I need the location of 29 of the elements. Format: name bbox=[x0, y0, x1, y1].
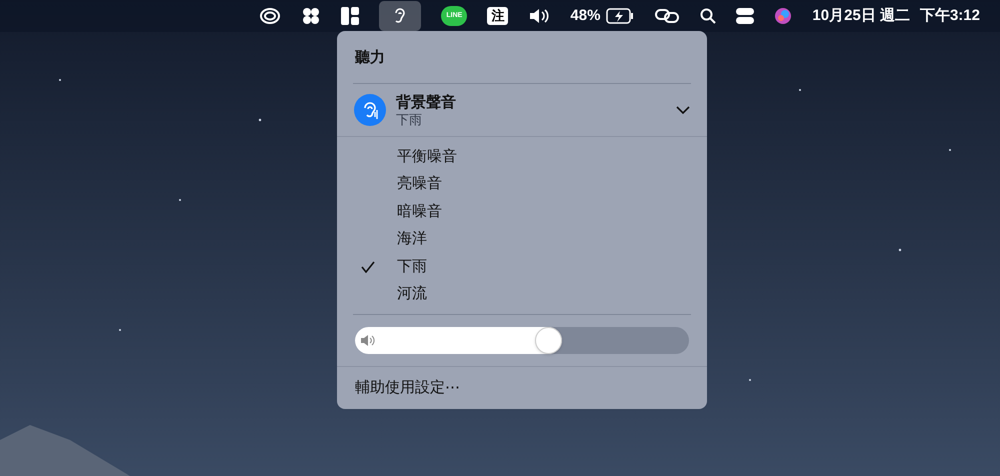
ear-icon bbox=[354, 94, 386, 126]
slider-thumb[interactable] bbox=[535, 327, 562, 354]
overlapping-rings-icon[interactable] bbox=[259, 7, 282, 25]
sound-option[interactable]: 下雨 bbox=[397, 256, 427, 278]
search-icon[interactable] bbox=[700, 8, 716, 24]
background-sounds-label: 背景聲音 bbox=[396, 92, 457, 112]
layout-icon[interactable] bbox=[341, 7, 360, 25]
menubar-date[interactable]: 10月25日 週二 bbox=[812, 4, 910, 28]
battery-charging-icon[interactable] bbox=[606, 8, 634, 24]
chevron-down-icon[interactable] bbox=[676, 106, 690, 114]
hearing-menu-button[interactable] bbox=[379, 1, 422, 31]
volume-slider[interactable] bbox=[355, 327, 689, 354]
toggles-icon[interactable] bbox=[736, 7, 754, 25]
sound-option[interactable]: 平衡噪音 bbox=[397, 146, 457, 168]
colorful-orb-icon[interactable] bbox=[774, 7, 792, 25]
menubar-time[interactable]: 下午3:12 bbox=[920, 4, 980, 28]
input-method-indicator[interactable]: 注 bbox=[487, 7, 508, 25]
panel-title: 聽力 bbox=[355, 48, 386, 68]
sound-option[interactable]: 暗噪音 bbox=[397, 200, 442, 223]
accessibility-settings-link[interactable]: 輔助使用設定⋯ bbox=[355, 377, 689, 400]
current-sound-label: 下雨 bbox=[396, 112, 423, 128]
battery-percentage: 48% bbox=[570, 6, 600, 26]
volume-icon[interactable] bbox=[528, 7, 550, 25]
link-icon[interactable] bbox=[654, 8, 680, 24]
fan-icon[interactable] bbox=[301, 6, 322, 26]
sound-option[interactable]: 河流 bbox=[397, 283, 427, 306]
sound-option[interactable]: 海洋 bbox=[397, 228, 427, 250]
sound-option[interactable]: 亮噪音 bbox=[397, 173, 442, 196]
speaker-icon bbox=[361, 335, 375, 346]
